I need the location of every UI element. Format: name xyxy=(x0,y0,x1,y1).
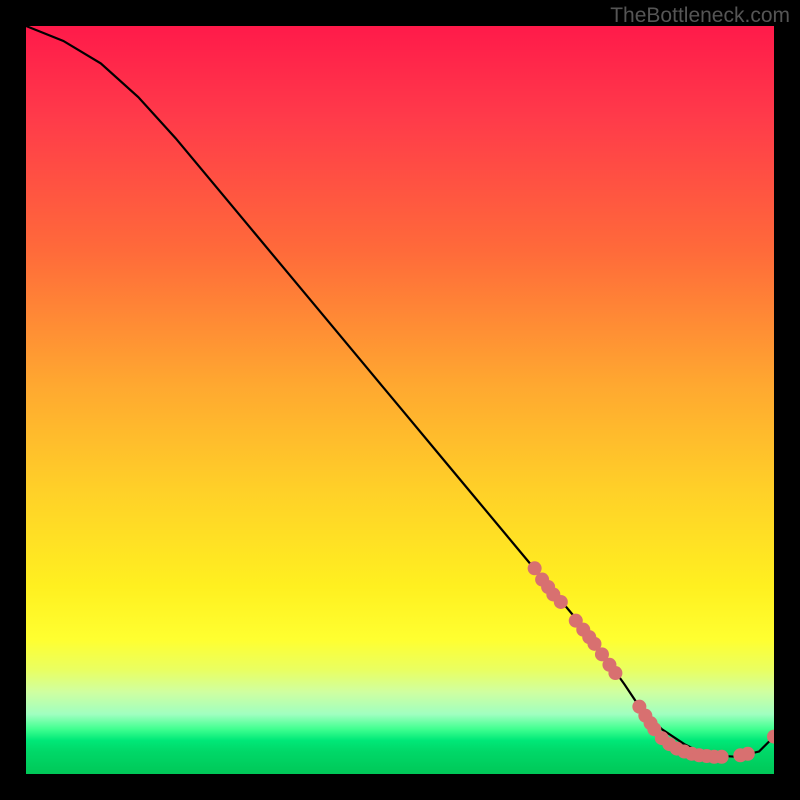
data-marker xyxy=(741,747,755,761)
curve-layer xyxy=(26,26,774,757)
chart-container: TheBottleneck.com xyxy=(0,0,800,800)
bottleneck-curve xyxy=(26,26,774,757)
watermark-text: TheBottleneck.com xyxy=(610,4,790,28)
data-marker xyxy=(608,666,622,680)
plot-area xyxy=(26,26,774,774)
chart-svg xyxy=(26,26,774,774)
marker-layer xyxy=(528,561,774,764)
data-marker xyxy=(554,595,568,609)
data-marker xyxy=(715,750,729,764)
